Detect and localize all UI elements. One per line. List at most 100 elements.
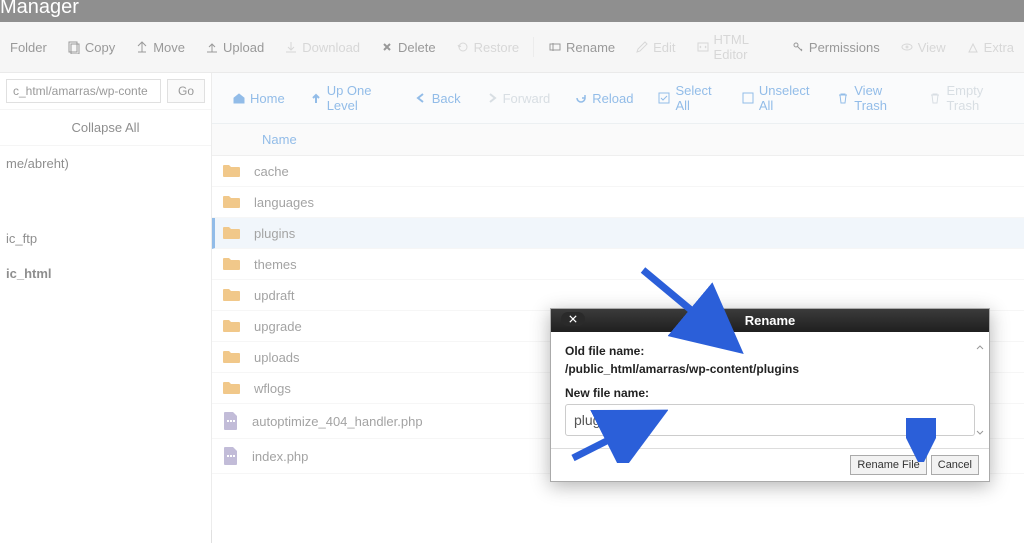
toolbar-delete[interactable]: Delete (370, 38, 446, 57)
reload-icon (574, 91, 588, 105)
toolbar-permissions[interactable]: Permissions (781, 38, 890, 57)
label: Copy (85, 40, 115, 55)
folder-icon (222, 318, 242, 334)
toolbar-download: Download (274, 38, 370, 57)
new-filename-label: New file name: (565, 386, 975, 400)
toolbar-rename[interactable]: Rename (538, 38, 625, 57)
label: Empty Trash (946, 83, 1004, 113)
extract-icon (966, 40, 980, 54)
path-input[interactable] (6, 79, 161, 103)
folder-icon (222, 256, 242, 272)
row-name: autoptimize_404_handler.php (252, 414, 423, 429)
window-title: Manager (0, 0, 1024, 22)
permissions-icon (791, 40, 805, 54)
row-name: updraft (254, 288, 294, 303)
label: Reload (592, 91, 633, 106)
label: Select All (675, 83, 716, 113)
label: Up One Level (327, 83, 390, 113)
main-toolbar: Folder Copy Move Upload Download Delete … (0, 22, 1024, 73)
restore-icon (456, 40, 470, 54)
nav-up[interactable]: Up One Level (299, 81, 400, 115)
table-row[interactable]: plugins (212, 218, 1024, 249)
label: Edit (653, 40, 675, 55)
unselect-all-icon (741, 91, 755, 105)
label: Back (432, 91, 461, 106)
label: Upload (223, 40, 264, 55)
old-filename-path: /public_html/amarras/wp-content/plugins (565, 362, 975, 376)
view-icon (900, 40, 914, 54)
label: Folder (10, 40, 47, 55)
folder-icon (222, 349, 242, 365)
delete-icon (380, 40, 394, 54)
table-header[interactable]: Name (212, 124, 1024, 156)
nav-select-all[interactable]: Select All (647, 81, 726, 115)
dialog-title: Rename (745, 313, 796, 328)
row-name: wflogs (254, 381, 291, 396)
tree-item[interactable]: me/abreht) (0, 146, 211, 181)
table-row[interactable]: updraft (212, 280, 1024, 311)
nav-home[interactable]: Home (222, 89, 295, 108)
back-icon (414, 91, 428, 105)
nav-empty-trash[interactable]: Empty Trash (918, 81, 1014, 115)
php-file-icon (222, 446, 240, 466)
toolbar-restore: Restore (446, 38, 530, 57)
toolbar-folder[interactable]: Folder (0, 38, 57, 57)
nav-back[interactable]: Back (404, 89, 471, 108)
empty-trash-icon (928, 91, 942, 105)
toolbar-upload[interactable]: Upload (195, 38, 274, 57)
label: Home (250, 91, 285, 106)
label: Rename (566, 40, 615, 55)
table-row[interactable]: cache (212, 156, 1024, 187)
scrollbar-stub (975, 342, 985, 438)
annotation-arrow (906, 418, 936, 462)
nav-reload[interactable]: Reload (564, 89, 643, 108)
row-name: plugins (254, 226, 295, 241)
close-button[interactable] (561, 312, 585, 326)
copy-icon (67, 40, 81, 54)
col-name: Name (262, 132, 297, 147)
tree-item[interactable]: ic_ftp (0, 221, 211, 256)
row-name: themes (254, 257, 297, 272)
cancel-button[interactable]: Cancel (931, 455, 979, 475)
nav-forward: Forward (475, 89, 561, 108)
label: View (918, 40, 946, 55)
edit-icon (635, 40, 649, 54)
label: Restore (474, 40, 520, 55)
old-filename-label: Old file name: (565, 344, 975, 358)
collapse-all-button[interactable]: Collapse All (0, 110, 211, 146)
html-editor-icon (696, 40, 710, 54)
dialog-titlebar[interactable]: Rename (551, 309, 989, 332)
label: Download (302, 40, 360, 55)
label: Permissions (809, 40, 880, 55)
sub-toolbar: Home Up One Level Back Forward Reload Se… (212, 73, 1024, 124)
toolbar-edit: Edit (625, 38, 685, 57)
select-all-icon (657, 91, 671, 105)
toolbar-move[interactable]: Move (125, 38, 195, 57)
table-row[interactable]: themes (212, 249, 1024, 280)
upload-icon (205, 40, 219, 54)
nav-unselect-all[interactable]: Unselect All (731, 81, 822, 115)
home-icon (232, 91, 246, 105)
row-name: cache (254, 164, 289, 179)
folder-icon (222, 380, 242, 396)
go-button[interactable]: Go (167, 79, 205, 103)
row-name: index.php (252, 449, 308, 464)
annotation-arrow (568, 408, 668, 463)
label: View Trash (854, 83, 904, 113)
rename-icon (548, 40, 562, 54)
toolbar-copy[interactable]: Copy (57, 38, 125, 57)
tree-item[interactable]: ic_html (0, 256, 211, 291)
row-name: languages (254, 195, 314, 210)
label: Unselect All (759, 83, 812, 113)
table-row[interactable]: languages (212, 187, 1024, 218)
label: HTML Editor (714, 32, 771, 62)
folder-icon (222, 194, 242, 210)
nav-view-trash[interactable]: View Trash (826, 81, 914, 115)
toolbar-html-editor: HTML Editor (686, 30, 781, 64)
up-icon (309, 91, 323, 105)
row-name: uploads (254, 350, 300, 365)
label: Forward (503, 91, 551, 106)
trash-icon (836, 91, 850, 105)
annotation-arrow (638, 265, 748, 355)
folder-icon (222, 163, 242, 179)
